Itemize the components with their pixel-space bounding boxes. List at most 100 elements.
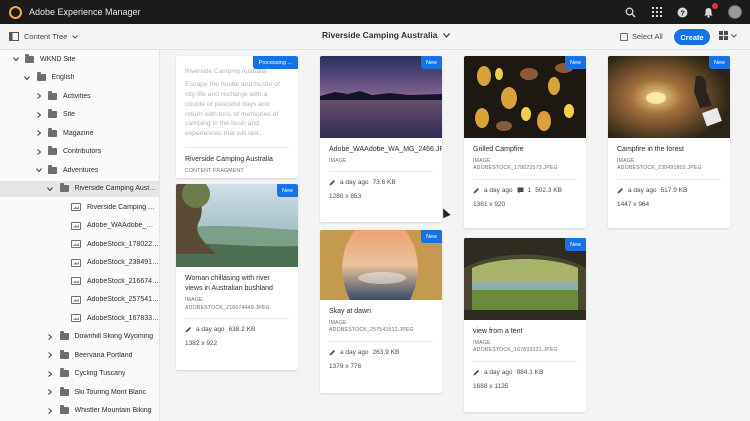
chevron-down-icon[interactable] xyxy=(35,168,42,172)
folder-icon xyxy=(59,405,69,414)
edit-pencil-icon xyxy=(185,326,191,333)
create-button[interactable]: Create xyxy=(674,29,710,45)
asset-card-fragment[interactable]: Processing ... Riverside Camping Austral… xyxy=(176,56,298,178)
modified-time: a day ago xyxy=(484,368,513,376)
tree-item[interactable]: Riverside Camping Australia xyxy=(0,180,159,197)
chevron-right-icon[interactable] xyxy=(47,333,54,340)
tree-item-label: Riverside Camping Australia xyxy=(74,185,159,192)
edit-pencil-icon xyxy=(473,369,479,376)
top-bar: Adobe Experience Manager ? xyxy=(0,0,750,24)
card-title: Adobe_WAAdobe_WA_MG_2466.JP xyxy=(329,146,442,153)
bell-icon[interactable] xyxy=(702,2,718,19)
tree-item-label: AdobeStock_216674449.jpeg xyxy=(87,277,159,285)
tree-item[interactable]: AdobeStock_238491803.jpeg xyxy=(0,255,159,271)
modified-time: a day ago xyxy=(196,325,225,333)
tree-item-label: Beervana Portland xyxy=(74,351,133,359)
rail-toggle-button[interactable]: Content Tree xyxy=(9,32,79,41)
tree-item[interactable]: AdobeStock_178022573.jpeg xyxy=(0,236,159,252)
folder-icon xyxy=(48,109,57,118)
edit-pencil-icon xyxy=(617,187,623,194)
image-file-icon xyxy=(71,314,81,322)
card-meta: a day ago 263.9 KB xyxy=(329,342,433,356)
rail-label: Content Tree xyxy=(24,32,68,41)
tree-item[interactable]: Cycling Tuscany xyxy=(0,366,159,382)
chevron-down-icon[interactable] xyxy=(24,75,31,80)
tree-item[interactable]: Ski Touring Mont Blanc xyxy=(0,384,159,400)
new-badge: New xyxy=(420,56,442,69)
chevron-right-icon[interactable] xyxy=(35,148,42,155)
card-type: CONTENT FRAGMENT xyxy=(185,168,244,175)
tree-item[interactable]: Downhill Skiing Wyoming xyxy=(0,329,159,345)
modified-time: a day ago xyxy=(340,348,369,356)
avatar[interactable] xyxy=(728,5,742,19)
tree-item[interactable]: English xyxy=(0,70,159,86)
tree-item[interactable]: Riverside Camping Australia xyxy=(0,199,159,215)
tree-item[interactable]: Adobe_WAAdobe_WA_MG_2466.jpg xyxy=(0,218,159,234)
tree-item-label: Contributors xyxy=(63,148,102,155)
select-all-button[interactable]: Select All xyxy=(620,32,663,41)
tree-item[interactable]: Magazine xyxy=(0,125,159,141)
tree-item[interactable]: Beervana Portland xyxy=(0,347,159,363)
folder-icon xyxy=(59,349,69,359)
chevron-right-icon[interactable] xyxy=(47,407,54,414)
file-size: 263.9 KB xyxy=(372,348,400,356)
asset-card-dawn[interactable]: New Skay at dawn IMAGE ADOBESTOCK_257541… xyxy=(320,230,442,393)
tree-item-label: AdobeStock_178022573.jpeg xyxy=(87,240,159,248)
app-title[interactable]: Adobe Experience Manager xyxy=(29,7,141,17)
new-badge: New xyxy=(708,56,730,69)
chevron-right-icon[interactable] xyxy=(35,111,42,118)
new-badge: New xyxy=(276,184,298,197)
tree-item-label: Riverside Camping Australia xyxy=(87,203,159,211)
card-title: Grilled Campfire xyxy=(473,146,524,153)
tree-item[interactable]: Site xyxy=(0,107,159,123)
tree-item-label: AdobeStock_257541512.jpeg xyxy=(87,296,159,303)
card-type: IMAGE ADOBESTOCK_216674449.JPEG xyxy=(185,297,270,311)
apps-grid-icon[interactable] xyxy=(650,6,663,19)
notification-badge xyxy=(712,2,718,9)
chevron-right-icon[interactable] xyxy=(47,370,54,377)
tree-item[interactable]: Adventures xyxy=(0,162,159,178)
view-switcher-button[interactable] xyxy=(719,31,737,40)
asset-card-river[interactable]: New Woman chillasing with river views in… xyxy=(176,184,298,370)
image-file-icon xyxy=(71,258,81,267)
tree-item-label: AdobeStock_238491803.jpeg xyxy=(87,259,159,266)
tree-item[interactable]: Contributors xyxy=(0,144,159,160)
asset-card-grill[interactable]: New Grilled Campfire IMAGE ADOBESTOCK_17… xyxy=(464,56,586,228)
tree-item[interactable]: Activities xyxy=(0,88,159,104)
tree-item-label: Cycling Tuscany xyxy=(74,370,126,377)
tree-item-label: WKND Site xyxy=(40,55,76,63)
folder-icon xyxy=(59,368,69,377)
breadcrumb[interactable]: Riverside Camping Australia xyxy=(322,30,451,40)
card-meta: a day ago 517.9 KB xyxy=(617,180,721,194)
tree-item[interactable]: Whistler Mountain Biking xyxy=(0,403,159,419)
aem-logo-icon[interactable] xyxy=(9,5,22,19)
asset-card-lake[interactable]: New Adobe_WAAdobe_WA_MG_2466.JP IMAGE a … xyxy=(320,56,442,222)
tree-item[interactable]: AdobeStock_216674449.jpeg xyxy=(0,273,159,289)
tree-item[interactable]: AdobeStock_167833331.jpeg xyxy=(0,310,159,326)
tree-item-label: Adventures xyxy=(63,166,99,174)
image-dimensions: 1382 x 922 xyxy=(185,339,218,347)
chevron-right-icon[interactable] xyxy=(47,352,54,358)
chevron-right-icon[interactable] xyxy=(35,130,42,136)
chevron-right-icon[interactable] xyxy=(35,93,42,99)
asset-card-campfire[interactable]: New Campfire in the forest IMAGE ADOBEST… xyxy=(608,56,730,228)
tree-item[interactable]: AdobeStock_257541512.jpeg xyxy=(0,292,159,308)
card-title: Campfire in the forest xyxy=(617,146,684,153)
folder-icon xyxy=(59,331,69,340)
select-all-checkbox[interactable] xyxy=(620,32,628,41)
folder-icon xyxy=(25,53,34,63)
tree-item-label: Downhill Skiing Wyoming xyxy=(74,333,154,340)
action-bar: Content Tree Riverside Camping Australia… xyxy=(0,24,750,50)
card-title: Woman chillasing with river views in Aus… xyxy=(185,275,273,293)
edit-pencil-icon xyxy=(329,180,335,186)
tree-item[interactable]: WKND Site xyxy=(0,51,159,67)
asset-card-tent[interactable]: New view from a tent IMAGE ADOBESTOCK_16… xyxy=(464,238,586,412)
search-icon[interactable] xyxy=(624,6,637,19)
card-type: IMAGE ADOBESTOCK_238491803.JPEG xyxy=(617,158,702,172)
chevron-down-icon[interactable] xyxy=(12,57,19,61)
chevron-right-icon[interactable] xyxy=(47,389,54,395)
chevron-down-icon[interactable] xyxy=(47,186,54,191)
folder-icon xyxy=(48,127,57,137)
help-icon[interactable]: ? xyxy=(676,6,689,19)
modified-time: a day ago xyxy=(484,186,513,194)
